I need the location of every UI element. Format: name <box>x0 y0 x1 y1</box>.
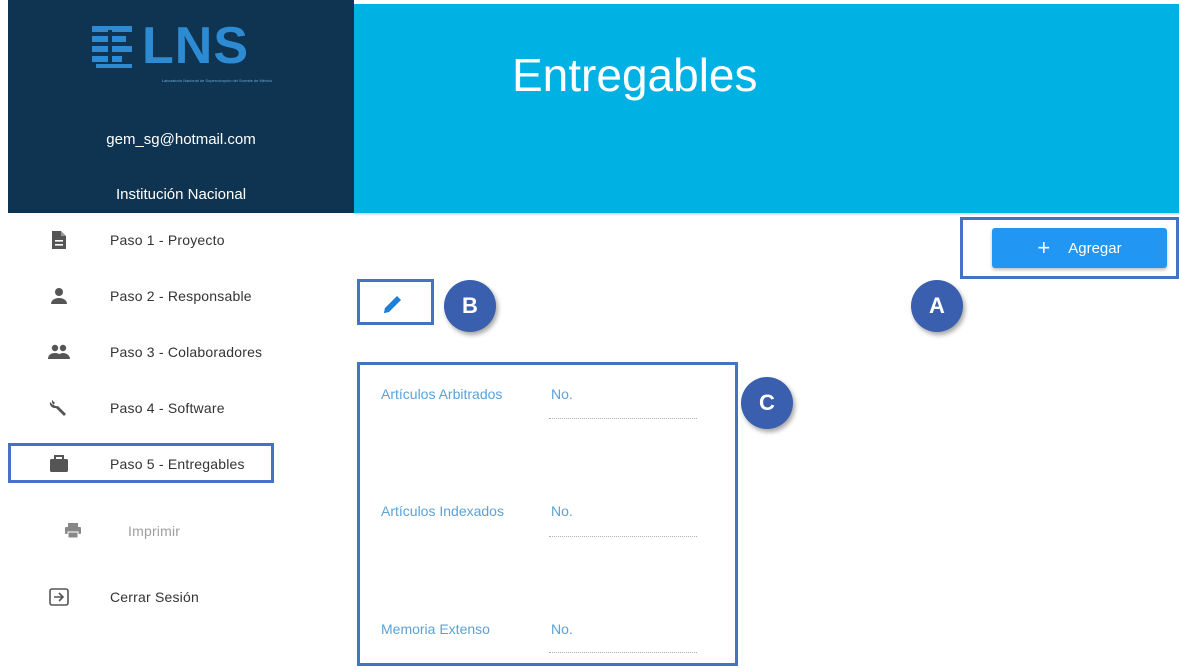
institution-name: Institución Nacional <box>115 186 247 203</box>
sidebar-item-paso-4[interactable]: Paso 4 - Software <box>8 388 354 428</box>
page-title: Entregables <box>512 49 758 101</box>
logo-text: LNS <box>142 17 249 75</box>
annotation-box-b <box>357 279 434 325</box>
document-icon <box>48 229 70 251</box>
annotation-box-sidebar <box>8 443 274 483</box>
lns-logo: LNS Laboratorio Nacional de Supercómputo… <box>90 18 280 98</box>
print-button[interactable]: Imprimir <box>8 511 354 551</box>
sidebar-item-label: Paso 2 - Responsable <box>110 288 252 304</box>
sidebar-header: LNS Laboratorio Nacional de Supercómputo… <box>8 0 354 213</box>
person-icon <box>48 285 70 307</box>
annotation-box-c <box>357 362 738 666</box>
annotation-label-b: B <box>444 280 496 332</box>
page-header: Entregables <box>354 4 1179 213</box>
sidebar-item-paso-2[interactable]: Paso 2 - Responsable <box>8 276 354 316</box>
sidebar-item-label: Paso 1 - Proyecto <box>110 232 225 248</box>
logo-subtitle: Laboratorio Nacional de Supercómputo del… <box>161 78 273 83</box>
sidebar-item-paso-3[interactable]: Paso 3 - Colaboradores <box>8 332 354 372</box>
printer-icon <box>62 520 84 542</box>
print-label: Imprimir <box>128 523 181 539</box>
wrench-icon <box>48 397 70 419</box>
sidebar-item-label: Paso 3 - Colaboradores <box>110 344 263 360</box>
logout-button[interactable]: Cerrar Sesión <box>8 577 354 617</box>
logout-label: Cerrar Sesión <box>110 589 199 605</box>
annotation-label-c: C <box>741 377 793 429</box>
sidebar-item-label: Paso 4 - Software <box>110 400 225 416</box>
annotation-box-a <box>960 217 1179 279</box>
header-shadow <box>354 213 1179 216</box>
user-email: gem_sg@hotmail.com <box>106 131 256 148</box>
annotation-label-a: A <box>911 280 963 332</box>
people-icon <box>48 341 70 363</box>
logout-icon <box>48 586 70 608</box>
logo-mark-icon <box>92 26 132 68</box>
sidebar-item-paso-1[interactable]: Paso 1 - Proyecto <box>8 220 354 260</box>
